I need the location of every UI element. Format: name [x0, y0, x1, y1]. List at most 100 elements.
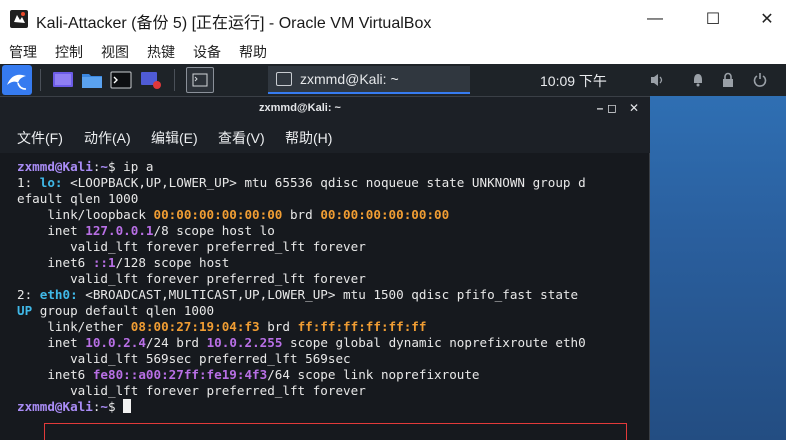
- terminal-window[interactable]: zxmmd@Kali: ~ – ◻ ✕ 文件(F) 动作(A) 编辑(E) 查看…: [0, 96, 650, 440]
- maximize-icon: ☐: [705, 11, 721, 28]
- maximize-button[interactable]: ☐: [690, 0, 736, 38]
- terminal-text-segment: 10.0.2.255: [206, 335, 283, 350]
- power-icon[interactable]: [750, 70, 770, 90]
- terminal-text-segment: 00:00:00:00:00:00: [320, 207, 450, 222]
- virtualbox-app-icon: [10, 10, 28, 28]
- terminal-text-segment: <BROADCAST,MULTICAST,UP,LOWER_UP> mtu 15…: [77, 287, 579, 302]
- terminal-scrollbar[interactable]: [640, 153, 649, 440]
- terminal-text-segment: 00:00:00:00:00:00: [153, 207, 283, 222]
- terminal-menu-action[interactable]: 动作(A): [84, 128, 131, 148]
- terminal-maximize-button[interactable]: ◻: [604, 100, 620, 116]
- terminal-line: zxmmd@Kali:~$ ip a: [17, 159, 586, 175]
- terminal-menu-file[interactable]: 文件(F): [17, 128, 63, 148]
- taskbar-label: zxmmd@Kali: ~: [300, 71, 399, 87]
- terminal-line: valid_lft forever preferred_lft forever: [17, 271, 586, 287]
- terminal-menu-edit[interactable]: 编辑(E): [151, 128, 198, 148]
- close-button[interactable]: ✕: [744, 0, 786, 38]
- terminal-text-segment: $: [108, 399, 124, 414]
- terminal-launcher-icon[interactable]: [110, 70, 132, 90]
- terminal-text-segment: brd: [282, 207, 321, 222]
- terminal-line: zxmmd@Kali:~$: [17, 399, 586, 415]
- terminal-icon: [276, 72, 292, 86]
- xfce-top-panel: zxmmd@Kali: ~ 10:09 下午: [0, 64, 786, 96]
- host-title-bar[interactable]: Kali-Attacker (备份 5) [正在运行] - Oracle VM …: [0, 0, 786, 38]
- terminal-text-segment: scope global dynamic noprefixroute eth0: [282, 335, 586, 350]
- text-cursor: [123, 399, 132, 413]
- terminal-text-segment: /128 scope host: [115, 255, 230, 270]
- terminal-line: inet 127.0.0.1/8 scope host lo: [17, 223, 586, 239]
- terminal-text-segment: inet6: [17, 367, 93, 382]
- terminal-text-segment: UP: [17, 303, 33, 318]
- taskbar-terminal-button[interactable]: zxmmd@Kali: ~: [268, 66, 470, 94]
- workspace-switcher[interactable]: [186, 67, 214, 93]
- menu-control[interactable]: 控制: [55, 42, 83, 62]
- terminal-menu-bar: 文件(F) 动作(A) 编辑(E) 查看(V) 帮助(H): [0, 121, 650, 153]
- terminal-text-segment: valid_lft forever preferred_lft forever: [17, 271, 366, 286]
- terminal-text-segment: lo:: [39, 175, 63, 190]
- terminal-output[interactable]: zxmmd@Kali:~$ ip a 1: lo: <LOOPBACK,UP,LO…: [0, 153, 640, 440]
- maximize-icon: ◻: [607, 101, 617, 115]
- terminal-text-segment: 2:: [17, 287, 40, 302]
- terminal-line: inet6 fe80::a00:27ff:fe19:4f3/64 scope l…: [17, 367, 586, 383]
- terminal-text-segment: zxmmd@Kali: [17, 159, 93, 174]
- file-manager-icon[interactable]: [81, 70, 103, 90]
- terminal-text-segment: link/ether: [17, 319, 131, 334]
- terminal-text-segment: efault qlen 1000: [17, 191, 139, 206]
- terminal-line: valid_lft forever preferred_lft forever: [17, 383, 586, 399]
- terminal-menu-help[interactable]: 帮助(H): [285, 128, 332, 148]
- terminal-line: link/ether 08:00:27:19:04:f3 brd ff:ff:f…: [17, 319, 586, 335]
- desktop-launcher-icon[interactable]: [52, 70, 74, 90]
- terminal-text-segment: 10.0.2.4: [85, 335, 146, 350]
- terminal-text-segment: valid_lft 569sec preferred_lft 569sec: [17, 351, 351, 366]
- menu-view[interactable]: 视图: [101, 42, 129, 62]
- terminal-text-segment: valid_lft forever preferred_lft forever: [17, 383, 366, 398]
- terminal-text-segment: 1:: [17, 175, 40, 190]
- terminal-close-button[interactable]: ✕: [626, 100, 642, 116]
- screen-recorder-icon[interactable]: [140, 70, 162, 90]
- terminal-text-segment: inet6: [17, 255, 93, 270]
- terminal-text-segment: ::1: [92, 255, 116, 270]
- terminal-line: efault qlen 1000: [17, 191, 586, 207]
- terminal-text-segment: 08:00:27:19:04:f3: [130, 319, 260, 334]
- terminal-line: valid_lft 569sec preferred_lft 569sec: [17, 351, 586, 367]
- virtualbox-menu-bar: 管理 控制 视图 热键 设备 帮助: [0, 38, 786, 64]
- terminal-text-segment: /64 scope link noprefixroute: [267, 367, 480, 382]
- volume-icon[interactable]: [648, 70, 668, 90]
- terminal-text-segment: valid_lft forever preferred_lft forever: [17, 239, 366, 254]
- terminal-text-segment: eth0:: [39, 287, 78, 302]
- terminal-text: zxmmd@Kali:~$ ip a 1: lo: <LOOPBACK,UP,LO…: [17, 159, 586, 415]
- terminal-text-segment: brd: [259, 319, 298, 334]
- menu-help[interactable]: 帮助: [239, 42, 267, 62]
- terminal-text-segment: link/loopback: [17, 207, 154, 222]
- minimize-icon: –: [596, 101, 604, 115]
- guest-screen[interactable]: zxmmd@Kali: ~ 10:09 下午 zxmmd@Kali: ~ – ◻…: [0, 64, 786, 440]
- lock-icon[interactable]: [718, 70, 738, 90]
- notification-bell-icon[interactable]: [688, 70, 708, 90]
- terminal-title: zxmmd@Kali: ~: [259, 102, 341, 114]
- terminal-text-segment: inet: [17, 223, 86, 238]
- kali-dragon-icon: [7, 74, 27, 90]
- panel-clock[interactable]: 10:09 下午: [540, 71, 607, 91]
- terminal-title-bar[interactable]: zxmmd@Kali: ~ – ◻ ✕: [0, 97, 650, 121]
- terminal-menu-view[interactable]: 查看(V): [218, 128, 265, 148]
- terminal-line: inet6 ::1/128 scope host: [17, 255, 586, 271]
- terminal-text-segment: ~: [100, 159, 109, 174]
- kali-menu-button[interactable]: [2, 65, 32, 95]
- terminal-line: 2: eth0: <BROADCAST,MULTICAST,UP,LOWER_U…: [17, 287, 586, 303]
- terminal-text-segment: group default qlen 1000: [32, 303, 215, 318]
- menu-devices[interactable]: 设备: [193, 42, 221, 62]
- terminal-text-segment: zxmmd@Kali: [17, 399, 93, 414]
- terminal-line: link/loopback 00:00:00:00:00:00 brd 00:0…: [17, 207, 586, 223]
- terminal-line: valid_lft forever preferred_lft forever: [17, 239, 586, 255]
- minimize-button[interactable]: —: [632, 0, 678, 38]
- close-icon: ✕: [628, 101, 640, 115]
- terminal-line: UP group default qlen 1000: [17, 303, 586, 319]
- kali-desktop-wallpaper: [650, 96, 786, 440]
- minimize-icon: —: [647, 10, 663, 27]
- menu-manage[interactable]: 管理: [9, 42, 37, 62]
- terminal-text-segment: $ ip a: [108, 159, 154, 174]
- terminal-text-segment: /8 scope host lo: [153, 223, 275, 238]
- highlight-box-eth0-ipv4: [44, 423, 627, 440]
- menu-hotkey[interactable]: 热键: [147, 42, 175, 62]
- terminal-line: 1: lo: <LOOPBACK,UP,LOWER_UP> mtu 65536 …: [17, 175, 586, 191]
